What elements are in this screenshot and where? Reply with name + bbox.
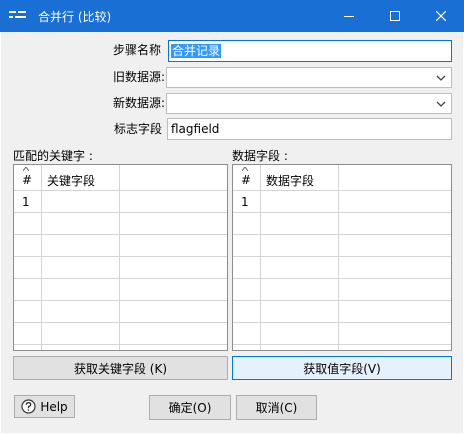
value-fields-table[interactable]: # 数据字段 1 (232, 164, 452, 351)
app-icon (9, 11, 26, 18)
new-source-combo[interactable] (166, 93, 452, 114)
flag-field-value: flagfield (171, 122, 220, 136)
close-button[interactable] (418, 0, 464, 32)
maximize-button[interactable] (372, 0, 418, 32)
maximize-icon (390, 11, 400, 21)
chevron-down-icon (436, 75, 446, 81)
step-name-value: 合并记录 (171, 44, 222, 58)
value-col-index-header[interactable]: # (241, 173, 251, 187)
old-source-combo[interactable] (166, 67, 452, 88)
new-source-label: 新数据源: (112, 96, 165, 110)
step-name-label: 步骤名称 (112, 43, 161, 57)
help-icon (21, 399, 36, 414)
key-col-index-header[interactable]: # (22, 173, 32, 187)
window-title: 合并行 (比较) (38, 10, 112, 24)
old-source-label: 旧数据源: (112, 70, 165, 84)
step-name-input[interactable]: 合并记录 (168, 40, 452, 62)
get-key-fields-button[interactable]: 获取关键字段 (K) (13, 356, 228, 380)
value-col-field-header[interactable]: 数据字段 (266, 172, 314, 189)
close-icon (436, 11, 446, 21)
get-value-fields-button[interactable]: 获取值字段(V) (232, 356, 452, 380)
chevron-down-icon (436, 101, 446, 107)
cancel-button[interactable]: 取消(C) (236, 395, 317, 420)
sort-asc-icon (23, 167, 29, 171)
flag-field-label: 标志字段 (113, 122, 162, 136)
key-fields-table[interactable]: # 关键字段 1 (13, 164, 228, 351)
sort-asc-icon (242, 167, 248, 171)
minimize-button[interactable] (326, 0, 372, 32)
key-col-field-header[interactable]: 关键字段 (47, 172, 95, 189)
help-button-label: Help (40, 399, 68, 414)
dialog-body: 步骤名称 合并记录 旧数据源: 新数据源: 标志字段 flagfield 匹配的… (1, 32, 463, 433)
minimize-icon (344, 16, 354, 17)
ok-button[interactable]: 确定(O) (149, 395, 231, 420)
key-fields-label: 匹配的关键字 : (13, 149, 93, 163)
value-row-index[interactable]: 1 (241, 195, 249, 209)
value-fields-label: 数据字段 : (232, 149, 288, 163)
help-button[interactable]: Help (14, 395, 75, 418)
title-bar[interactable]: 合并行 (比较) (0, 0, 464, 32)
key-row-index[interactable]: 1 (22, 195, 30, 209)
flag-field-input[interactable]: flagfield (167, 118, 452, 140)
